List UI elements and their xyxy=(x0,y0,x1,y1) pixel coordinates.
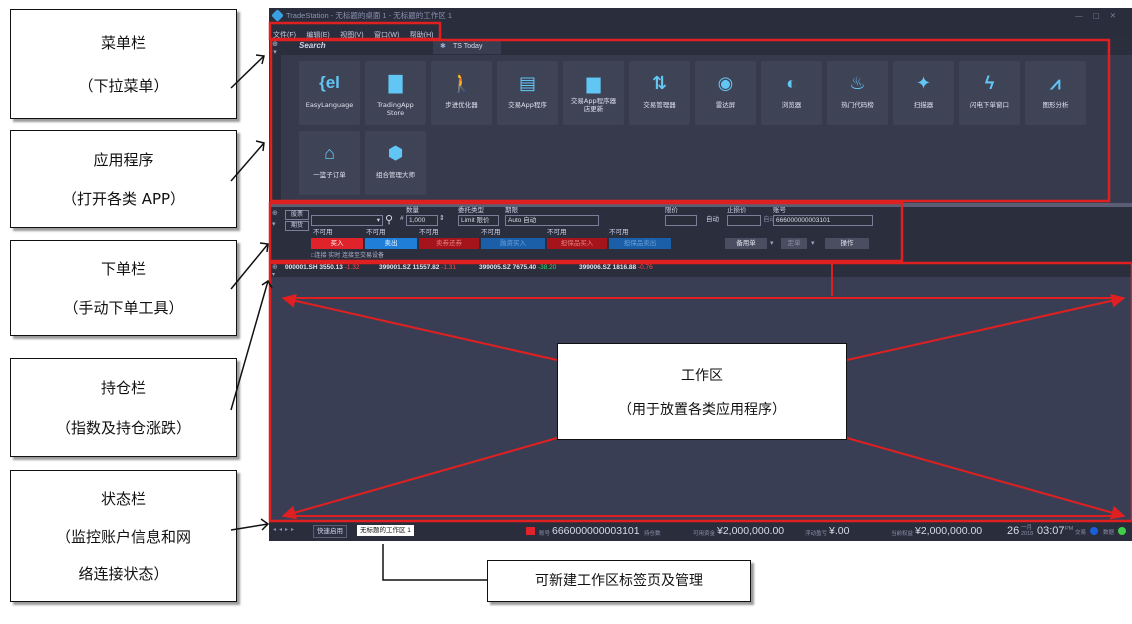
apps-highlight-frame xyxy=(269,38,1111,203)
tabs-callout-text: 可新建工作区标签页及管理 xyxy=(535,573,703,589)
annotation-overlay xyxy=(230,21,1132,581)
workspace-arrow-br xyxy=(846,437,1126,520)
menu-highlight-frame xyxy=(268,21,442,41)
workspace-arrow-tl xyxy=(281,293,558,361)
workspace-callout: 工作区 （用于放置各类应用程序） xyxy=(557,343,847,440)
workspace-arrow-bl xyxy=(281,437,558,520)
callout-arrow-positions xyxy=(230,280,269,411)
tabs-callout: 可新建工作区标签页及管理 xyxy=(487,560,751,602)
callout-line-tabs xyxy=(382,544,487,581)
workspace-callout-title: 工作区 xyxy=(681,367,723,384)
workspace-callout-desc: （用于放置各类应用程序） xyxy=(618,401,786,418)
callout-arrow-apps xyxy=(230,142,265,182)
workspace-arrow-tr xyxy=(846,293,1126,361)
callout-arrow-menu xyxy=(230,55,265,89)
callout-arrow-order xyxy=(230,243,269,290)
order-highlight-frame xyxy=(268,201,904,263)
